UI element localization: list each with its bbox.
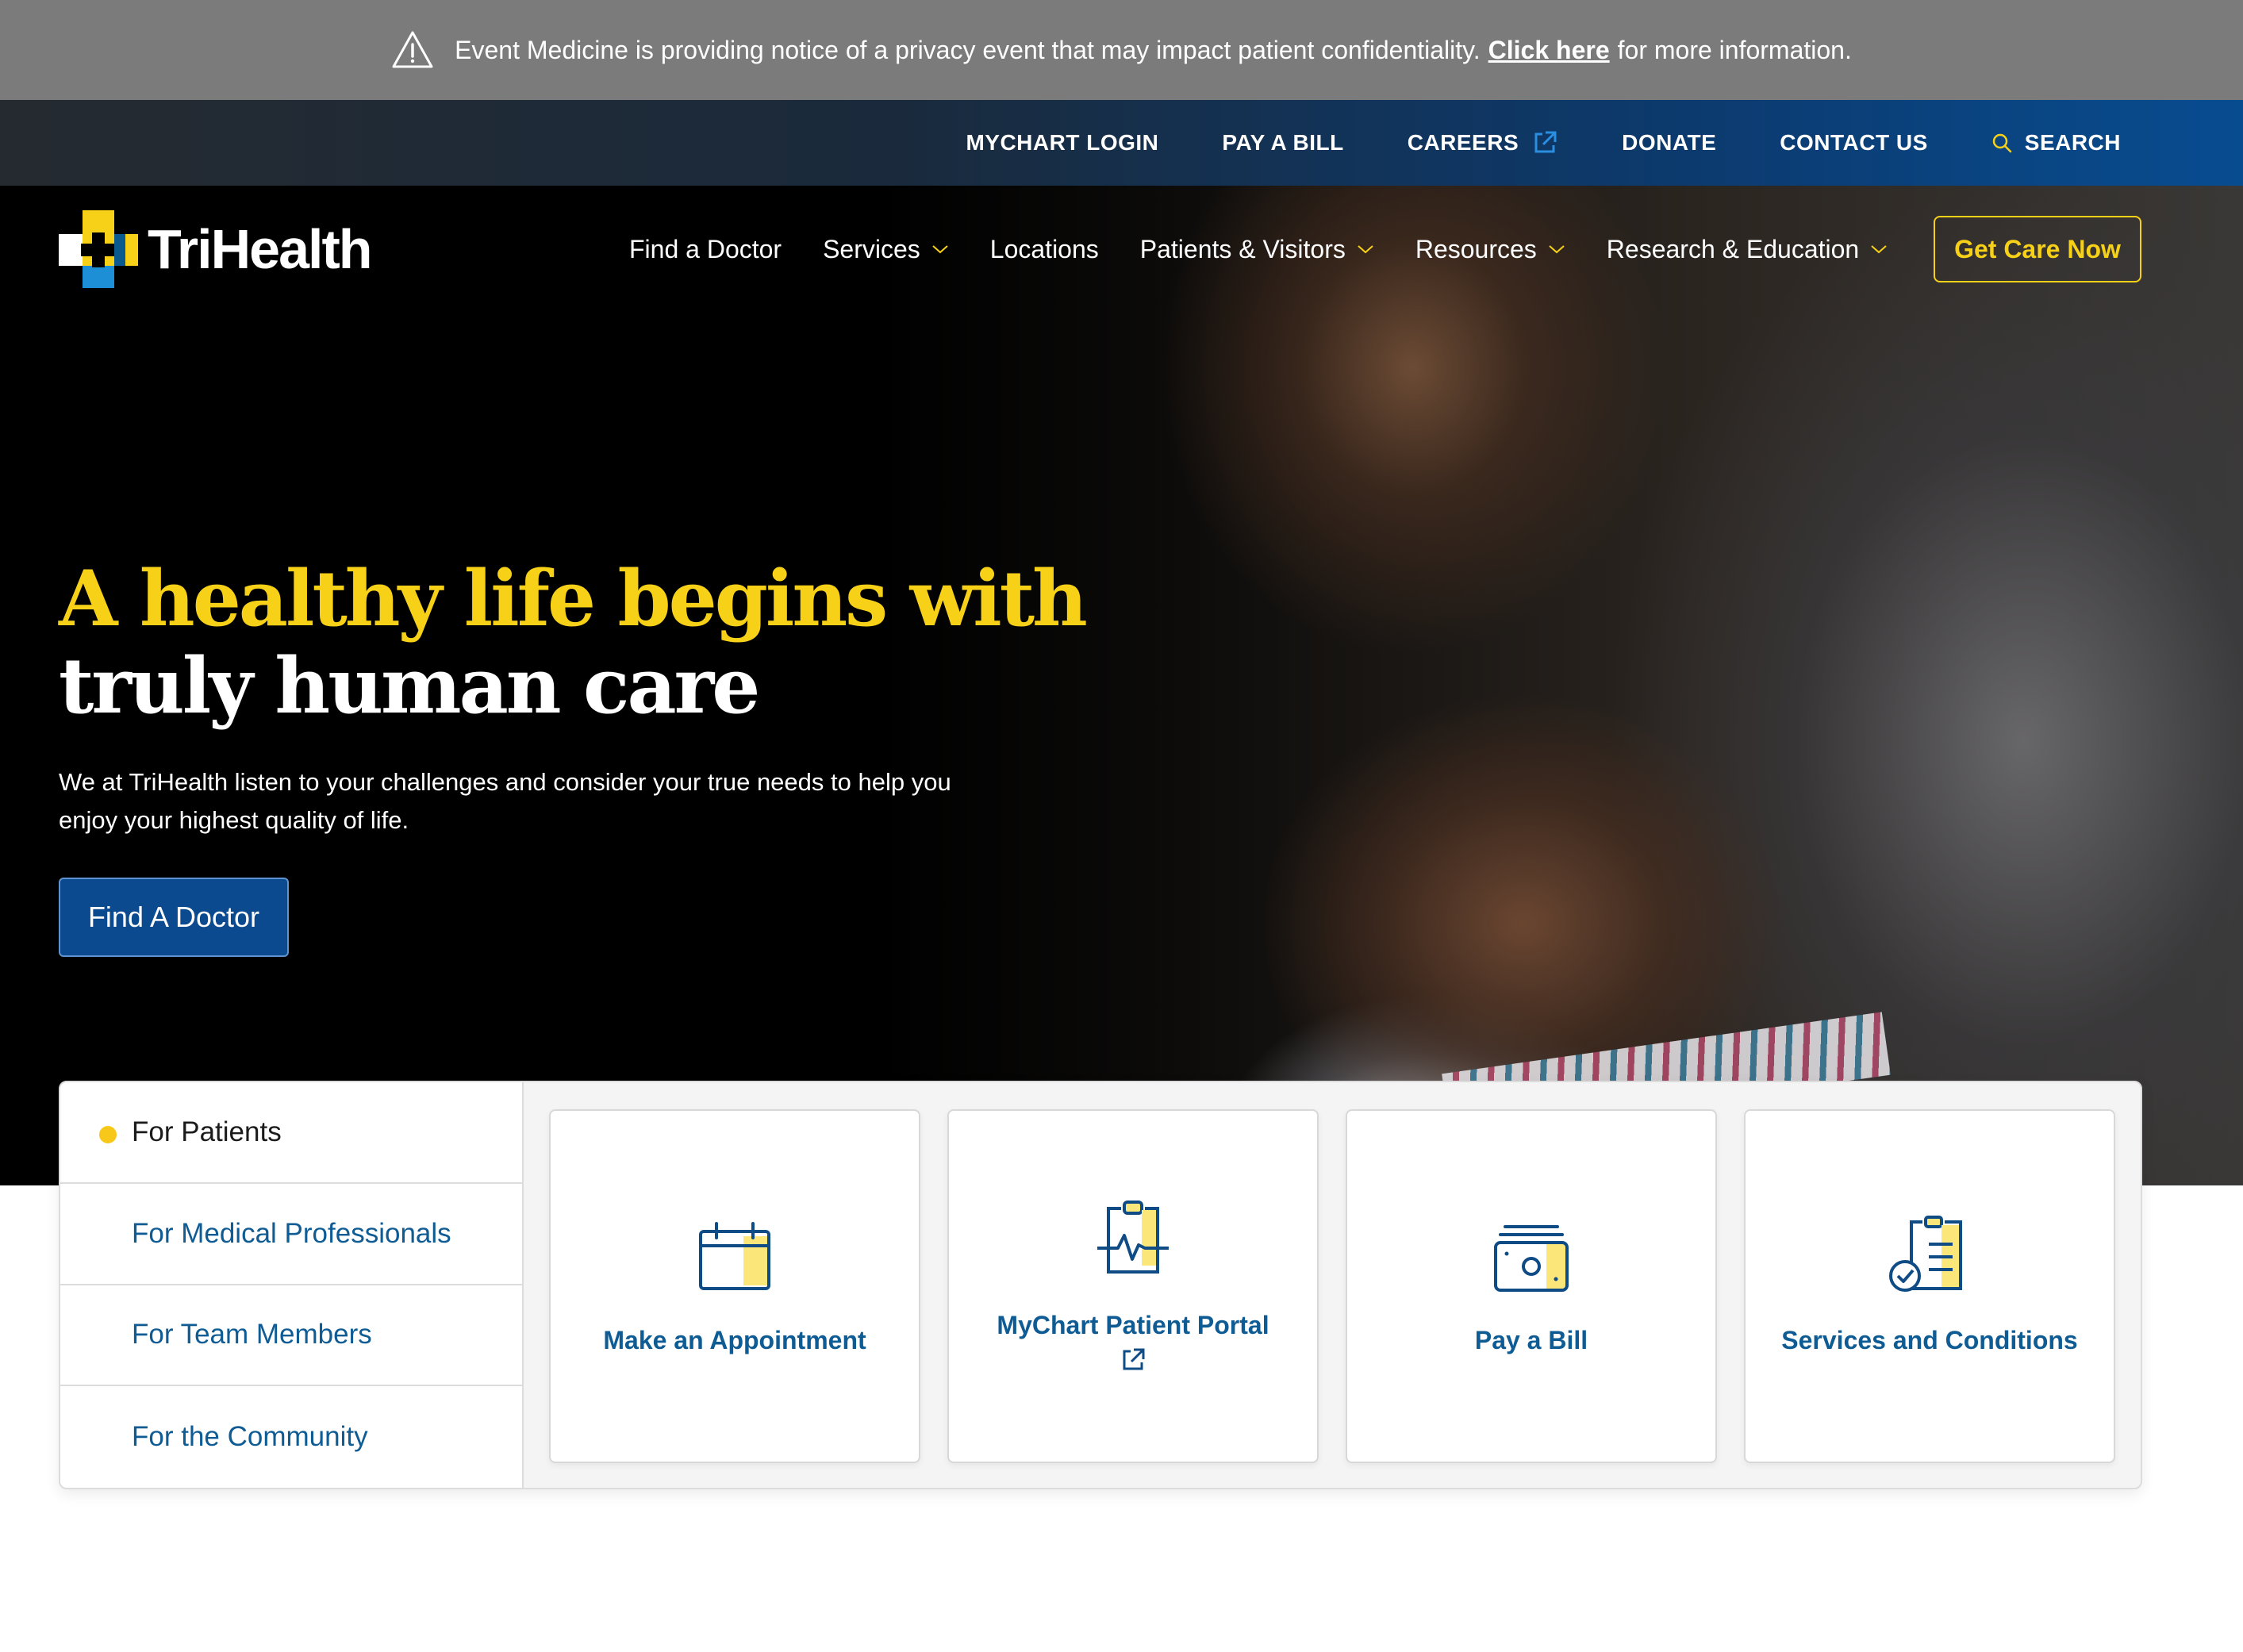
- logo-text: TriHealth: [148, 218, 373, 280]
- chevron-down-icon: [1358, 245, 1373, 254]
- alert-text: Event Medicine is providing notice of a …: [455, 35, 1481, 64]
- card-label: Make an Appointment: [603, 1326, 866, 1354]
- nav-item-label: Resources: [1415, 234, 1537, 263]
- nav-item-label: Locations: [989, 234, 1099, 263]
- nav-find-a-doctor[interactable]: Find a Doctor: [629, 235, 782, 264]
- utility-pay-a-bill-link[interactable]: PAY A BILL: [1222, 130, 1343, 156]
- nav-item-label: Patients & Visitors: [1139, 234, 1346, 263]
- chevron-down-icon: [1871, 245, 1887, 254]
- utility-item-label: DONATE: [1622, 130, 1717, 155]
- chevron-down-icon: [1549, 245, 1565, 254]
- chevron-down-icon: [932, 245, 948, 254]
- tab-for-the-community[interactable]: For the Community: [60, 1386, 522, 1488]
- external-link-icon: [1534, 131, 1557, 153]
- find-a-doctor-button[interactable]: Find A Doctor: [59, 878, 289, 957]
- utility-mychart-login-link[interactable]: MYCHART LOGIN: [966, 130, 1158, 156]
- hero-heading-line1: A healthy life begins with: [59, 554, 1088, 644]
- privacy-alert-bar: Event Medicine is providing notice of a …: [0, 0, 2243, 100]
- services-conditions-card[interactable]: Services and Conditions: [1744, 1109, 2115, 1463]
- calendar-icon: [699, 1222, 770, 1290]
- mychart-portal-card[interactable]: MyChart Patient Portal: [947, 1109, 1319, 1463]
- nav-services[interactable]: Services: [823, 235, 949, 264]
- utility-item-label: SEARCH: [2024, 130, 2121, 155]
- tab-for-medical-professionals[interactable]: For Medical Professionals: [60, 1184, 522, 1285]
- utility-contact-us-link[interactable]: CONTACT US: [1780, 130, 1927, 156]
- nav-item-label: Find a Doctor: [629, 234, 782, 263]
- get-care-now-button[interactable]: Get Care Now: [1934, 216, 2141, 282]
- alert-click-here-link[interactable]: Click here: [1488, 36, 1610, 65]
- tab-for-patients[interactable]: For Patients: [60, 1082, 522, 1184]
- nav-locations[interactable]: Locations: [990, 235, 1099, 264]
- hero-heading: A healthy life begins with truly human c…: [59, 554, 1088, 731]
- alert-message: Event Medicine is providing notice of a …: [455, 36, 1852, 65]
- utility-search-button[interactable]: SEARCH: [1991, 130, 2121, 156]
- utility-donate-link[interactable]: DONATE: [1622, 130, 1716, 156]
- card-label: MyChart Patient Portal: [997, 1311, 1269, 1339]
- card-label: Pay a Bill: [1474, 1326, 1588, 1354]
- active-tab-indicator: [99, 1126, 117, 1143]
- utility-item-label: MYCHART LOGIN: [966, 130, 1159, 155]
- main-nav: Find a Doctor Services Locations Patient…: [629, 216, 1929, 282]
- clipboard-heartbeat-icon: [1097, 1201, 1169, 1274]
- alert-suffix: for more information.: [1617, 35, 1852, 64]
- tab-label: For Team Members: [132, 1319, 372, 1350]
- quick-link-cards: Make an Appointment MyChart Patient Port…: [524, 1082, 2141, 1488]
- trihealth-logo[interactable]: TriHealth: [59, 210, 373, 288]
- tab-label: For Medical Professionals: [132, 1217, 451, 1249]
- utility-item-label: PAY A BILL: [1222, 130, 1344, 155]
- utility-nav: MYCHART LOGIN PAY A BILL CAREERS DONATE …: [0, 100, 2243, 186]
- pay-a-bill-card[interactable]: Pay a Bill: [1346, 1109, 1717, 1463]
- card-label: Services and Conditions: [1781, 1326, 2078, 1354]
- nav-item-label: Services: [823, 234, 920, 263]
- tab-label: For Patients: [132, 1116, 282, 1147]
- external-link-icon: [1123, 1348, 1145, 1370]
- money-bill-icon: [1494, 1225, 1569, 1292]
- nav-research-education[interactable]: Research & Education: [1607, 235, 1888, 264]
- utility-careers-link[interactable]: CAREERS: [1408, 129, 1558, 156]
- trihealth-cross-logo-icon: [59, 210, 138, 288]
- search-icon: [1992, 133, 2012, 153]
- tab-for-team-members[interactable]: For Team Members: [60, 1285, 522, 1387]
- warning-triangle-icon: [392, 31, 433, 68]
- utility-item-label: CAREERS: [1407, 130, 1519, 155]
- tab-label: For the Community: [132, 1421, 368, 1453]
- make-appointment-card[interactable]: Make an Appointment: [549, 1109, 920, 1463]
- nav-item-label: Research & Education: [1606, 234, 1860, 263]
- utility-item-label: CONTACT US: [1780, 130, 1928, 155]
- clipboard-check-icon: [1889, 1216, 1962, 1292]
- hero-heading-line2: truly human care: [59, 641, 760, 731]
- audience-panel: For Patients For Medical Professionals F…: [59, 1081, 2142, 1489]
- nav-patients-visitors[interactable]: Patients & Visitors: [1140, 235, 1374, 264]
- audience-tabs: For Patients For Medical Professionals F…: [60, 1082, 524, 1488]
- nav-resources[interactable]: Resources: [1415, 235, 1565, 264]
- hero-subtext: We at TriHealth listen to your challenge…: [59, 768, 951, 834]
